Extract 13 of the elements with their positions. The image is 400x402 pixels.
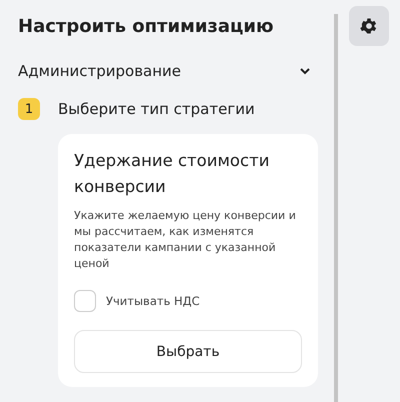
settings-button[interactable] [349,6,389,46]
step-number-badge: 1 [18,98,40,120]
checkbox-label: Учитывать НДС [106,294,200,308]
panel-title: Настроить оптимизацию [18,15,274,39]
step-label: Выберите тип стратегии [58,100,255,118]
chevron-down-icon [300,68,310,74]
section-header[interactable]: Администрирование [18,62,314,80]
settings-icon [359,16,379,36]
select-button[interactable]: Выбрать [74,330,302,373]
card-title: Удержание стоимости конверсии [74,150,270,198]
vat-checkbox[interactable] [74,290,96,312]
scrollbar[interactable] [334,14,338,402]
card-description: Укажите желаемую цену конверсии и мы рассчитаем, как изменятся показатели кампании с указанной ценой [74,208,297,272]
